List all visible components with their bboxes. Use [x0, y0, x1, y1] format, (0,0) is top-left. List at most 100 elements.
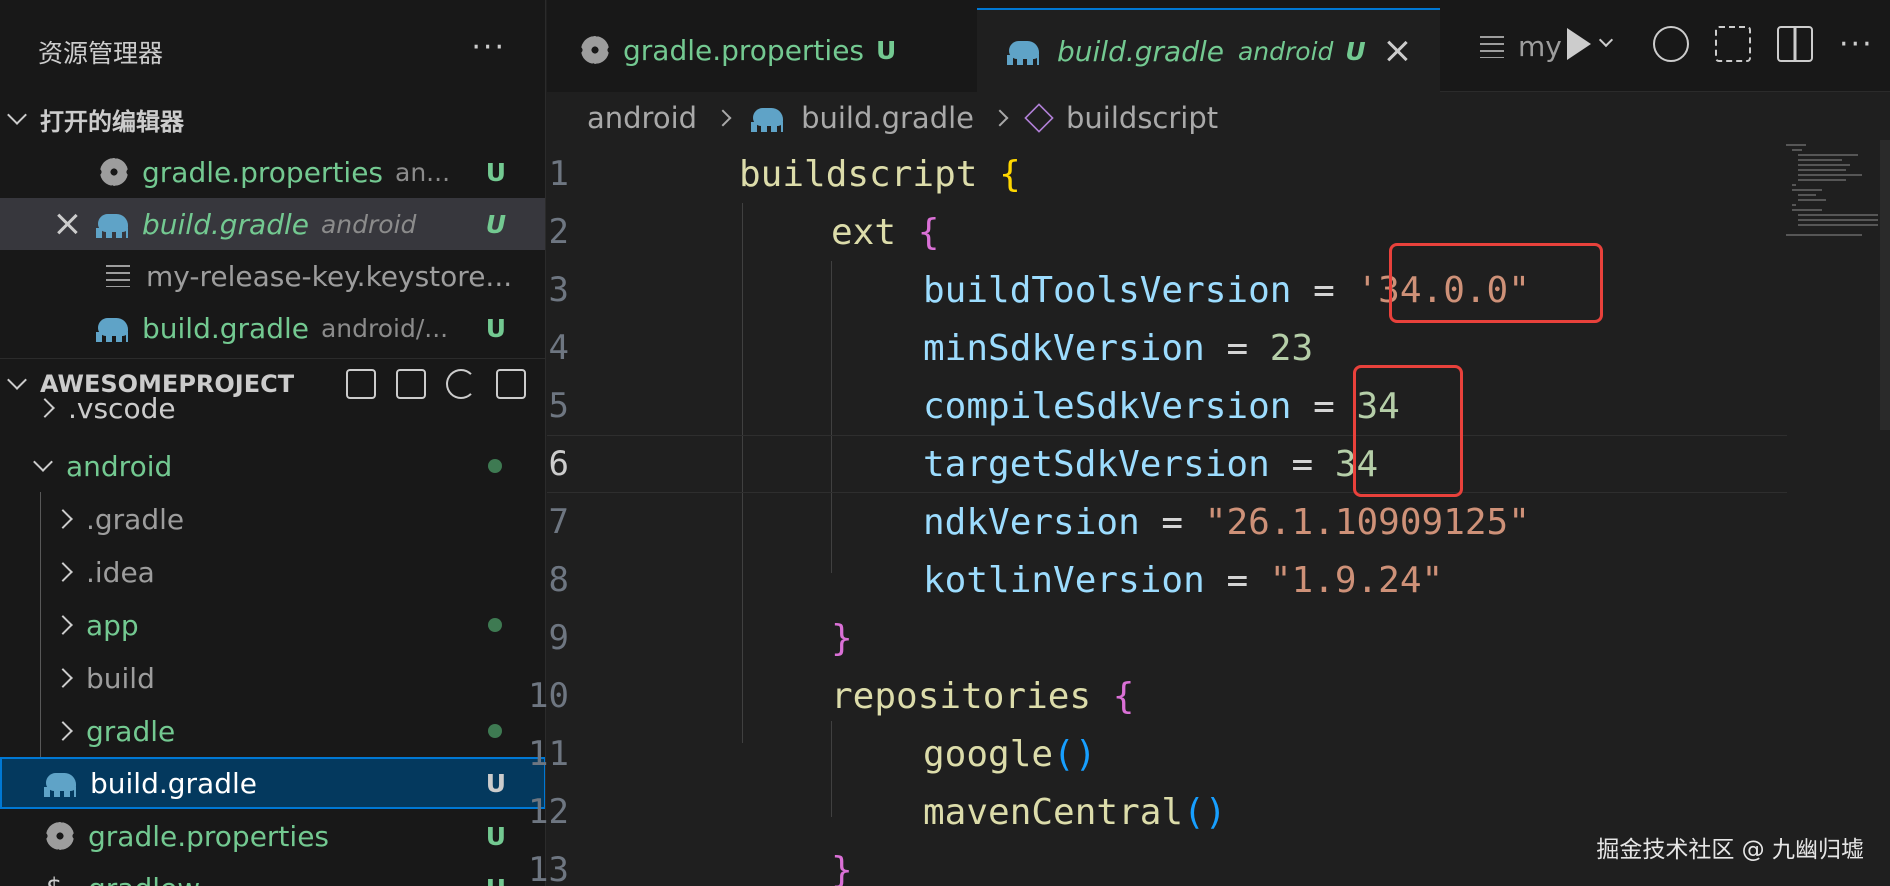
tree-item-folder[interactable]: .gradle [0, 493, 545, 545]
minimap-line [1792, 149, 1802, 151]
breadcrumb: android build.gradle buildscript [587, 96, 1218, 140]
gradle-elephant-icon [1005, 37, 1043, 65]
file-name: build.gradle [142, 207, 309, 241]
file-name: gradle.properties [88, 819, 330, 853]
split-editor-icon[interactable] [1777, 26, 1813, 62]
tree-item-file-selected[interactable]: build.gradle U [0, 757, 545, 809]
line-number: 3 [548, 270, 569, 310]
chevron-down-icon[interactable] [1598, 32, 1614, 48]
annotation-box-build-tools [1389, 243, 1603, 323]
tree-item-folder[interactable]: build [0, 652, 545, 704]
line-number: 6 [548, 444, 569, 484]
minimap-line [1792, 184, 1796, 186]
chevron-right-icon [53, 562, 73, 582]
line-number: 9 [548, 618, 569, 658]
code-token: buildscript [739, 153, 978, 195]
tree-item-folder[interactable]: android [0, 440, 545, 492]
tree-item-folder[interactable]: app [0, 599, 545, 651]
code-token: = [1139, 501, 1205, 543]
chevron-right-icon [53, 721, 73, 741]
code-token: kotlinVersion [923, 559, 1205, 601]
more-actions-icon[interactable]: ··· [1839, 27, 1874, 62]
tree-item-file[interactable]: $ gradlew U [0, 862, 545, 886]
file-name: gradlew [88, 872, 200, 886]
minimap[interactable] [1786, 140, 1890, 240]
code-token: = [1269, 443, 1335, 485]
watermark-text: 掘金技术社区 @ 九幽归墟 [1596, 837, 1864, 863]
chevron-down-icon [7, 369, 27, 390]
breadcrumb-file[interactable]: build.gradle [801, 101, 974, 135]
tab-build-gradle[interactable]: build.gradle android U [977, 8, 1440, 92]
breadcrumb-symbol[interactable]: buildscript [1066, 101, 1218, 135]
code-token: () [1183, 791, 1227, 833]
file-name: build.gradle [90, 766, 257, 800]
tree-item-folder[interactable]: gradle [0, 705, 545, 757]
explorer-sidebar: 资源管理器 ··· 打开的编辑器 gradle.properties an...… [0, 0, 546, 886]
more-actions-icon[interactable]: ··· [471, 30, 506, 65]
close-tab-icon[interactable] [1384, 38, 1410, 64]
code-line: 10 repositories { [528, 667, 1787, 725]
code-token: { [999, 153, 1021, 195]
breadcrumb-folder[interactable]: android [587, 101, 697, 135]
code-token: } [831, 617, 853, 659]
minimap-line [1798, 219, 1878, 221]
minimap-line [1798, 154, 1858, 156]
line-number: 13 [528, 850, 569, 886]
tab-desc: android [1237, 36, 1334, 66]
code-token: "26.1.10909125" [1204, 501, 1530, 543]
code-token: 23 [1269, 327, 1314, 369]
folder-name: gradle [86, 714, 176, 748]
tree-item-folder[interactable]: .idea [0, 546, 545, 598]
gradle-elephant-icon [42, 769, 80, 797]
open-editor-item-active[interactable]: build.gradle android U [0, 198, 545, 250]
vertical-scrollbar[interactable] [1880, 140, 1890, 430]
open-editor-item[interactable]: gradle.properties an... U [0, 146, 545, 198]
file-path-desc: android/... [320, 313, 449, 343]
minimap-line [1798, 224, 1878, 226]
code-token: = [1291, 385, 1357, 427]
code-token: { [1112, 675, 1135, 717]
file-path-desc: android [320, 209, 417, 239]
chevron-right-icon [53, 668, 73, 688]
line-number: 12 [528, 792, 569, 832]
code-editor[interactable]: 1 buildscript { 2 ext { 3 buildToolsVers… [528, 145, 1890, 886]
folder-name: .idea [86, 555, 155, 589]
file-name: gradle.properties [142, 155, 384, 189]
line-number: 2 [548, 212, 569, 252]
open-editors-header[interactable]: 打开的编辑器 [0, 94, 545, 144]
chevron-right-icon [714, 109, 732, 127]
timeline-history-icon[interactable] [1653, 26, 1689, 62]
tab-label: gradle.properties [623, 33, 865, 67]
code-line-current: 6 targetSdkVersion = 34 [547, 435, 1787, 493]
compare-changes-icon[interactable] [1715, 26, 1751, 62]
tab-keystore[interactable]: my [1480, 30, 1562, 63]
folder-name: app [86, 608, 139, 642]
gear-icon [100, 158, 128, 186]
code-line: 11 google() [528, 725, 1787, 783]
explorer-title: 资源管理器 [38, 39, 164, 68]
run-debug-icon[interactable] [1567, 28, 1591, 60]
open-editor-item[interactable]: build.gradle android/... U [0, 302, 545, 354]
code-token: { [917, 211, 940, 253]
close-icon[interactable] [54, 211, 80, 237]
minimap-line [1798, 214, 1878, 216]
tree-item-file[interactable]: gradle.properties U [0, 810, 545, 862]
minimap-line [1786, 234, 1862, 236]
text-file-icon [1480, 35, 1504, 58]
code-token: targetSdkVersion [923, 443, 1270, 485]
code-token: } [831, 849, 853, 886]
tab-gradle-properties[interactable]: gradle.properties U [547, 8, 977, 92]
code-token: "1.9.24" [1269, 559, 1444, 601]
annotation-box-sdk-versions [1353, 365, 1463, 497]
code-token: = [1204, 327, 1270, 369]
file-path-desc: an... [395, 157, 451, 187]
gear-icon [46, 822, 74, 850]
code-token: ext [831, 211, 897, 253]
code-token: minSdkVersion [923, 327, 1205, 369]
line-number: 8 [548, 560, 569, 600]
gradle-elephant-icon [749, 104, 787, 132]
tree-item-folder[interactable]: .vscode [0, 388, 545, 428]
minimap-line [1792, 189, 1822, 191]
open-editor-item[interactable]: my-release-key.keystore... [0, 250, 545, 302]
minimap-line [1798, 199, 1826, 201]
